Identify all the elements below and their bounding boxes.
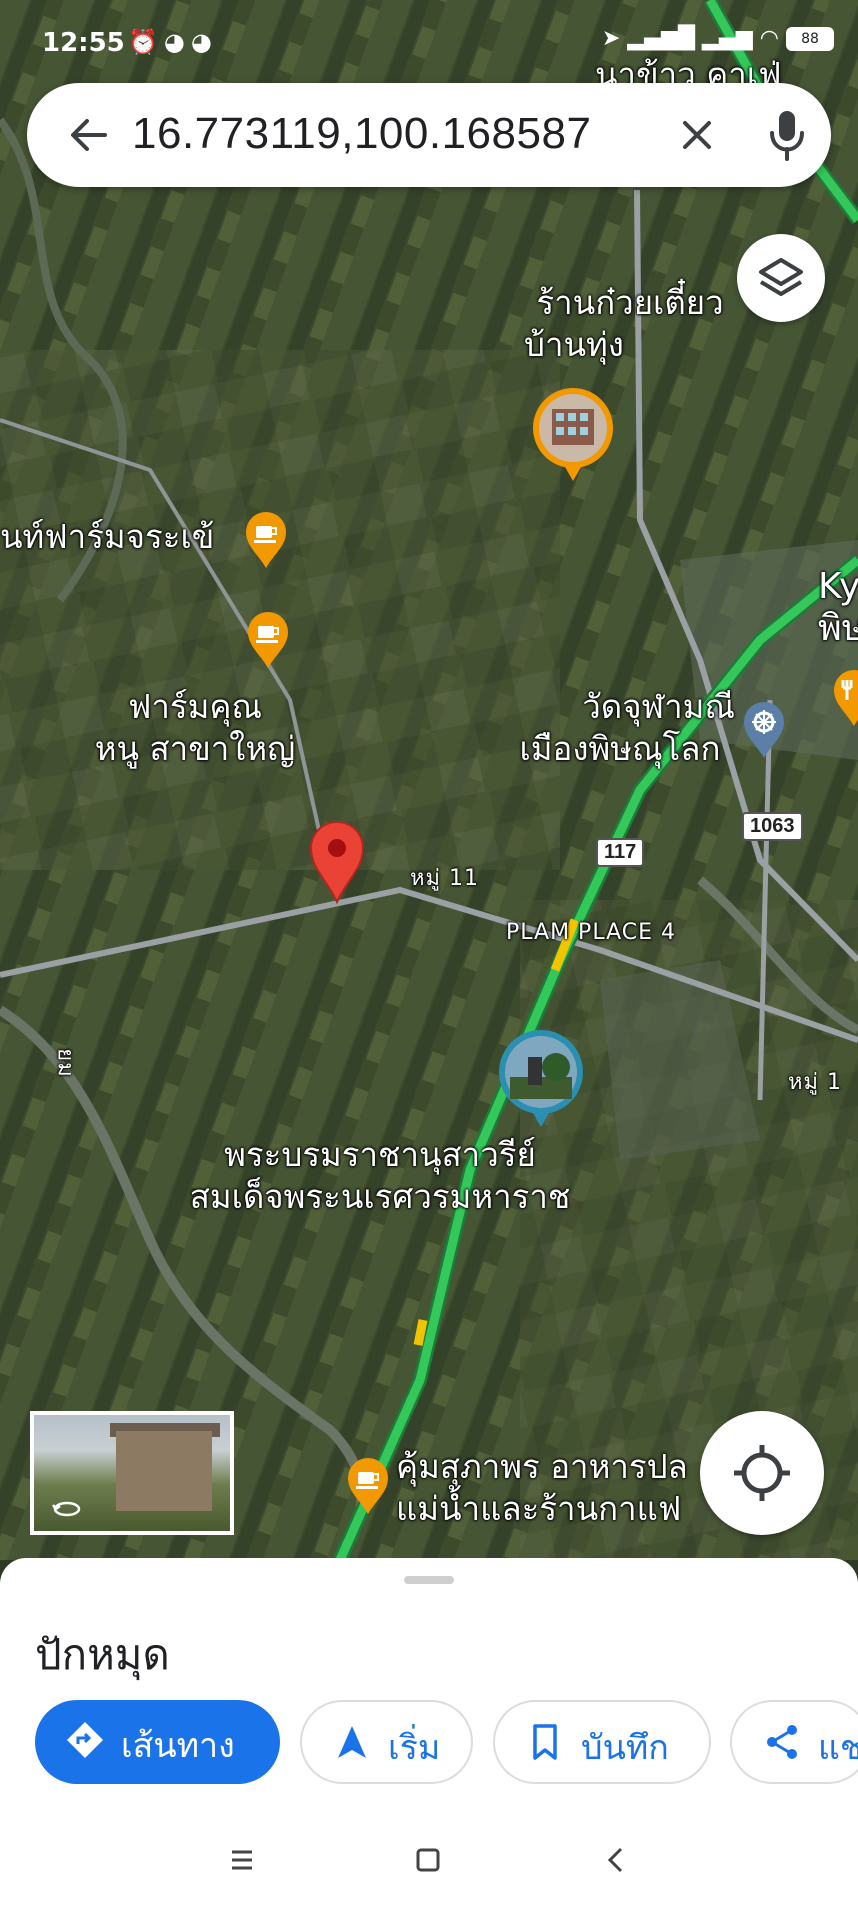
app-icon: ◕ <box>163 28 191 56</box>
save-button[interactable]: บันทึก <box>493 1700 711 1784</box>
location-arrow-icon: ➤ <box>601 26 621 51</box>
directions-label: เส้นทาง <box>121 1726 235 1766</box>
poi-label-crocodile-farm[interactable]: นท์ฟาร์มจระเข้ <box>0 516 214 558</box>
signal-icon: ▂▄▆ <box>702 26 753 51</box>
poi-label-plam-place[interactable]: PLAM PLACE 4 <box>506 920 676 946</box>
poi-label-line: สมเด็จพระนเรศวรมหาราช <box>189 1177 571 1216</box>
drag-handle[interactable] <box>404 1576 454 1584</box>
directions-icon <box>67 1722 103 1758</box>
street-view-thumbnail[interactable] <box>30 1411 234 1535</box>
noodle-shop-photo-pin[interactable] <box>530 385 616 489</box>
cafe-pin-icon[interactable] <box>244 510 288 574</box>
share-label: แช <box>818 1728 858 1768</box>
battery-icon: 88 <box>786 27 834 51</box>
home-square-icon[interactable] <box>408 1840 448 1880</box>
crosshair-icon <box>734 1445 790 1501</box>
directions-button[interactable]: เส้นทาง <box>35 1700 280 1784</box>
poi-label-line: ฟาร์มคุณ <box>127 687 263 726</box>
temple-pin-icon[interactable] <box>742 700 786 764</box>
layers-button[interactable] <box>737 234 825 322</box>
share-button[interactable]: แช <box>730 1700 858 1784</box>
start-button[interactable]: เริ่ม <box>300 1700 473 1784</box>
poi-label-line: เมืองพิษณุโลก <box>519 729 721 768</box>
signal-icon: ▂▄▆█ <box>627 26 696 51</box>
river-label: ยม <box>52 1048 78 1078</box>
poi-label-line: Ky <box>818 566 858 607</box>
bookmark-icon <box>533 1724 557 1760</box>
navigation-arrow-icon <box>338 1726 366 1758</box>
satellite-map <box>0 0 858 1560</box>
my-location-button[interactable] <box>700 1411 824 1535</box>
alarm-icon: ⏰ <box>128 28 164 56</box>
poi-label-line: หนู สาขาใหญ่ <box>94 729 296 768</box>
status-bar: 12:55 ⏰◕◕ ➤ ▂▄▆█ ▂▄▆ ◠ 88 <box>0 0 858 80</box>
poi-label-line: ร้านก๋วยเตี๋ยว <box>536 283 724 322</box>
poi-label-line: พระบรมราชานุสาวรีย์ <box>224 1135 536 1174</box>
poi-label-line: พิษ <box>818 608 858 649</box>
poi-label-monument[interactable]: พระบรมราชานุสาวรีย์ สมเด็จพระนเรศวรมหารา… <box>160 1134 600 1218</box>
close-icon[interactable] <box>677 115 717 155</box>
poi-label-ky[interactable]: Ky พิษ <box>818 566 858 650</box>
place-title: ปักหมุด <box>35 1630 170 1679</box>
menu-icon[interactable] <box>222 1840 262 1880</box>
system-status-icons: ➤ ▂▄▆█ ▂▄▆ ◠ 88 <box>602 26 834 51</box>
notification-icons: ⏰◕◕ <box>128 28 218 56</box>
dropped-pin-marker[interactable] <box>308 820 366 908</box>
cafe-pin-icon[interactable] <box>246 610 290 674</box>
poi-label-kum-suphaporn[interactable]: คุ้มสุภาพร อาหารปล แม่น้ำและร้านกาแฟ <box>396 1446 688 1530</box>
village-label-11: หมู่ 11 <box>410 866 479 891</box>
road-badge-1063: 1063 <box>742 812 803 841</box>
poi-label-line: วัดจุฬามณี <box>582 687 735 726</box>
wifi-icon: ◠ <box>759 26 779 51</box>
app-icon: ◕ <box>190 28 218 56</box>
status-time: 12:55 <box>42 28 125 58</box>
layers-icon <box>759 258 803 296</box>
rotate-360-icon <box>52 1501 81 1517</box>
village-label-1: หมู่ 1 <box>788 1070 842 1095</box>
system-navigation-bar <box>0 1820 858 1907</box>
arrow-left-icon[interactable] <box>67 113 111 157</box>
monument-photo-pin[interactable] <box>496 1027 586 1135</box>
road-badge-117: 117 <box>596 838 645 867</box>
back-chevron-icon[interactable] <box>596 1840 636 1880</box>
poi-label-farm-khun[interactable]: ฟาร์มคุณ หนู สาขาใหญ่ <box>70 686 320 770</box>
poi-label-line: บ้านทุ่ง <box>524 325 624 364</box>
share-icon <box>767 1725 797 1759</box>
poi-label-line: คุ้มสุภาพร อาหารปล <box>396 1447 688 1486</box>
cafe-pin-icon[interactable] <box>346 1456 390 1520</box>
start-label: เริ่ม <box>388 1728 441 1768</box>
poi-label-line: แม่น้ำและร้านกาแฟ <box>396 1489 682 1528</box>
poi-label-temple[interactable]: วัดจุฬามณี เมืองพิษณุโลก <box>505 686 735 770</box>
thumbnail-house <box>116 1431 212 1511</box>
search-query-text[interactable]: 16.773119,100.168587 <box>132 109 591 159</box>
search-bar[interactable]: 16.773119,100.168587 <box>27 83 831 187</box>
map-view[interactable]: นาข้าว คาเฟ่ ร้านก๋วยเตี๋ยว บ้านทุ่ง นท์… <box>0 0 858 1560</box>
restaurant-pin-icon[interactable] <box>832 668 858 732</box>
microphone-icon[interactable] <box>767 107 807 163</box>
save-label: บันทึก <box>581 1728 669 1768</box>
poi-label-noodle-shop[interactable]: ร้านก๋วยเตี๋ยว บ้านทุ่ง <box>520 282 740 366</box>
